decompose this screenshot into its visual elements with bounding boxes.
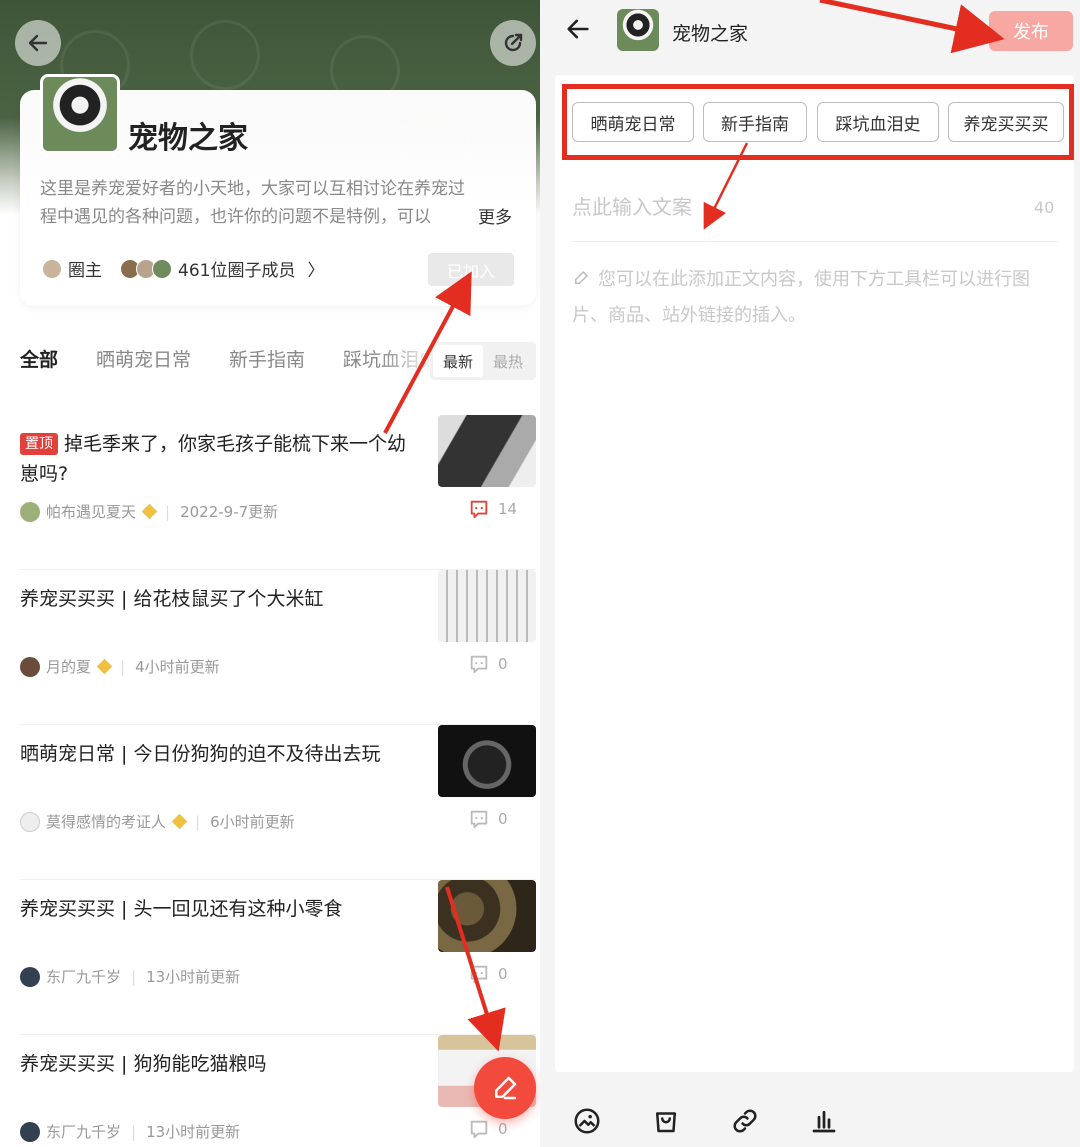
author-name[interactable]: 月的夏 bbox=[46, 656, 91, 677]
author-avatar bbox=[20, 501, 40, 522]
post-item[interactable]: 养宠买买买 | 狗狗能吃猫粮吗 东厂九千岁 | 13小时前更新 0 bbox=[20, 1035, 536, 1147]
comment-icon bbox=[470, 810, 488, 829]
tab-all[interactable]: 全部 bbox=[20, 345, 58, 372]
insert-product-button[interactable] bbox=[649, 1104, 683, 1138]
body-input[interactable]: 您可以在此添加正文内容，使用下方工具栏可以进行图片、商品、站外链接的插入。 bbox=[572, 262, 1060, 334]
share-icon bbox=[504, 33, 523, 52]
post-time: 4小时前更新 bbox=[135, 658, 220, 676]
member-count: 461位圈子成员 bbox=[178, 261, 296, 281]
vip-diamond-icon bbox=[171, 813, 188, 830]
back-arrow-icon bbox=[28, 34, 48, 52]
editor-toolbar bbox=[540, 1092, 1080, 1147]
back-arrow-icon bbox=[567, 19, 589, 39]
topic-chip[interactable]: 新手指南 bbox=[703, 102, 807, 142]
circle-detail-screen: 宠物之家 这里是养宠爱好者的小天地，大家可以互相讨论在养宠过程中遇见的各种问题，… bbox=[0, 0, 540, 1147]
publish-button[interactable]: 发布 bbox=[989, 11, 1073, 51]
comment-count[interactable]: 14 bbox=[468, 498, 517, 520]
post-item[interactable]: 养宠买买买 | 给花枝鼠买了个大米缸 月的夏 | 4小时前更新 0 bbox=[20, 570, 536, 725]
author-name[interactable]: 莫得感情的考证人 bbox=[46, 811, 166, 832]
comment-icon bbox=[470, 500, 488, 519]
title-input[interactable]: 点此输入文案 bbox=[572, 191, 692, 220]
title-char-limit: 40 bbox=[1034, 198, 1055, 217]
header-title: 宠物之家 bbox=[672, 23, 749, 45]
post-title: 养宠买买买 | 头一回见还有这种小零食 bbox=[20, 898, 343, 920]
post-time: 6小时前更新 bbox=[210, 813, 295, 831]
comment-icon bbox=[470, 1120, 488, 1139]
post-meta: 东厂九千岁 | 13小时前更新 bbox=[20, 1121, 240, 1142]
member-avatar bbox=[152, 258, 172, 279]
topic-chip[interactable]: 晒萌宠日常 bbox=[572, 102, 694, 142]
insert-image-button[interactable] bbox=[570, 1104, 604, 1138]
back-button[interactable] bbox=[15, 20, 61, 66]
pencil-icon bbox=[495, 1076, 517, 1100]
post-thumbnail bbox=[438, 415, 536, 487]
compose-button[interactable] bbox=[474, 1057, 536, 1119]
vip-diamond-icon bbox=[96, 658, 113, 675]
author-name[interactable]: 东厂九千岁 bbox=[46, 1121, 121, 1142]
post-item[interactable]: 养宠买买买 | 头一回见还有这种小零食 东厂九千岁 | 13小时前更新 0 bbox=[20, 880, 536, 1035]
group-members-row[interactable]: 圈主 461位圈子成员 〉 bbox=[42, 256, 324, 281]
author-avatar bbox=[20, 1121, 40, 1142]
group-avatar bbox=[617, 9, 659, 51]
tab-guide[interactable]: 新手指南 bbox=[229, 345, 305, 372]
sort-latest[interactable]: 最新 bbox=[433, 345, 483, 377]
owner-avatar bbox=[42, 258, 62, 279]
image-icon bbox=[574, 1108, 600, 1134]
share-button[interactable] bbox=[490, 20, 536, 66]
post-title: 晒萌宠日常 | 今日份狗狗的迫不及待出去玩 bbox=[20, 743, 381, 765]
post-item[interactable]: 置顶 掉毛季来了，你家毛孩子能梳下来一个幼崽吗? 帕布遇见夏天 | 2022-9-… bbox=[20, 415, 536, 570]
comment-icon bbox=[470, 965, 488, 984]
post-thumbnail bbox=[438, 725, 536, 797]
author-avatar bbox=[20, 811, 40, 832]
tab-daily[interactable]: 晒萌宠日常 bbox=[96, 345, 191, 372]
comment-count[interactable]: 0 bbox=[468, 963, 508, 985]
comment-count[interactable]: 0 bbox=[468, 653, 508, 675]
shopping-bag-icon bbox=[656, 1112, 676, 1133]
group-description: 这里是养宠爱好者的小天地，大家可以互相讨论在养宠过程中遇见的各种问题，也许你的问… bbox=[40, 179, 465, 227]
sort-toggle: 最新 最热 bbox=[430, 342, 536, 380]
group-name: 宠物之家 bbox=[128, 121, 248, 156]
insert-link-button[interactable] bbox=[728, 1104, 762, 1138]
topic-chip[interactable]: 踩坑血泪史 bbox=[817, 102, 939, 142]
post-item[interactable]: 晒萌宠日常 | 今日份狗狗的迫不及待出去玩 莫得感情的考证人 | 6小时前更新 … bbox=[20, 725, 536, 880]
post-time: 13小时前更新 bbox=[146, 1123, 241, 1141]
group-avatar bbox=[40, 74, 120, 154]
post-meta: 月的夏 | 4小时前更新 bbox=[20, 656, 220, 677]
more-link[interactable]: 更多 bbox=[478, 203, 512, 228]
post-title: 养宠买买买 | 狗狗能吃猫粮吗 bbox=[20, 1053, 267, 1075]
post-title: 置顶 掉毛季来了，你家毛孩子能梳下来一个幼崽吗? bbox=[20, 433, 407, 485]
author-name[interactable]: 帕布遇见夏天 bbox=[46, 501, 136, 522]
post-time: 13小时前更新 bbox=[146, 968, 241, 986]
author-avatar bbox=[20, 656, 40, 677]
author-name[interactable]: 东厂九千岁 bbox=[46, 966, 121, 987]
comment-icon bbox=[470, 655, 488, 674]
post-title: 养宠买买买 | 给花枝鼠买了个大米缸 bbox=[20, 588, 324, 610]
owner-label: 圈主 bbox=[68, 261, 102, 281]
topic-chip[interactable]: 养宠买买买 bbox=[948, 102, 1064, 142]
comment-count[interactable]: 0 bbox=[468, 1118, 508, 1140]
sort-hottest[interactable]: 最热 bbox=[483, 345, 533, 377]
post-meta: 帕布遇见夏天 | 2022-9-7更新 bbox=[20, 501, 278, 522]
tabs-fade bbox=[380, 340, 436, 380]
back-button[interactable] bbox=[564, 15, 592, 47]
divider bbox=[572, 241, 1058, 242]
editor-area bbox=[555, 75, 1074, 1072]
post-thumbnail bbox=[438, 880, 536, 952]
compose-post-screen: 宠物之家 发布 晒萌宠日常 新手指南 踩坑血泪史 养宠买买买 点此输入文案 40… bbox=[540, 0, 1080, 1147]
post-thumbnail bbox=[438, 570, 536, 642]
comment-count[interactable]: 0 bbox=[468, 808, 508, 830]
edit-icon bbox=[575, 270, 589, 284]
chevron-right-icon: 〉 bbox=[307, 261, 325, 281]
link-icon bbox=[733, 1109, 757, 1133]
pinned-badge: 置顶 bbox=[20, 433, 58, 455]
joined-button[interactable]: 已加入 bbox=[428, 253, 514, 286]
chart-icon bbox=[812, 1110, 836, 1133]
insert-poll-button[interactable] bbox=[807, 1104, 841, 1138]
post-meta: 东厂九千岁 | 13小时前更新 bbox=[20, 966, 240, 987]
vip-diamond-icon bbox=[141, 503, 158, 520]
compose-header: 宠物之家 发布 bbox=[540, 0, 1080, 64]
post-meta: 莫得感情的考证人 | 6小时前更新 bbox=[20, 811, 295, 832]
post-time: 2022-9-7更新 bbox=[180, 503, 279, 521]
author-avatar bbox=[20, 966, 40, 987]
